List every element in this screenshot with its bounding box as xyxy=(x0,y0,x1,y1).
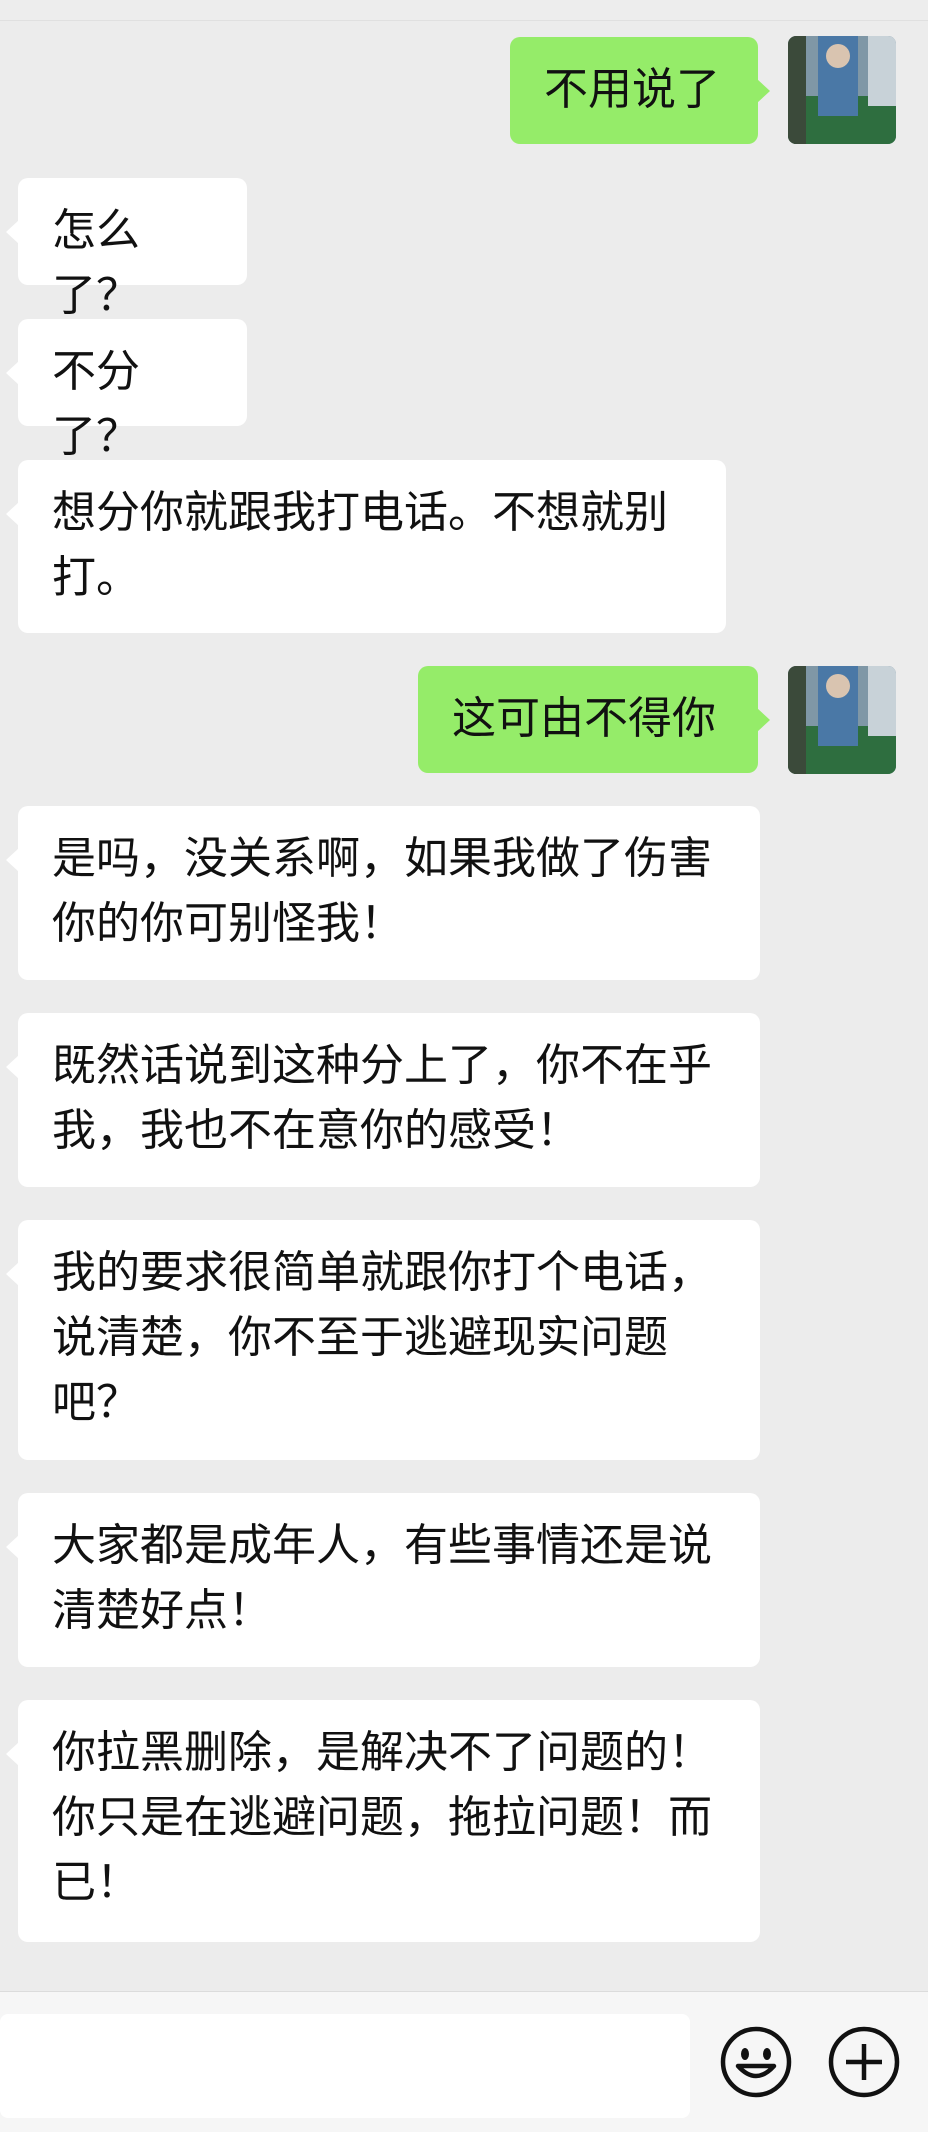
message-bubble-outgoing[interactable]: 不用说了 xyxy=(510,37,770,144)
message-bubble-outgoing[interactable]: 这可由不得你 xyxy=(418,666,770,773)
avatar-photo-icon xyxy=(788,666,896,774)
message-bubble-incoming[interactable]: 我的要求很简单就跟你打个电话， 说清楚，你不至于逃避现实问题 吧？ xyxy=(6,1220,760,1460)
message-bubble-incoming[interactable]: 是吗，没关系啊，如果我做了伤害 你的你可别怪我！ xyxy=(6,806,760,980)
top-divider xyxy=(0,0,928,21)
message-bubble-incoming[interactable]: 怎么了？ xyxy=(6,178,247,321)
message-input[interactable] xyxy=(0,2014,690,2118)
message-bubble-incoming[interactable]: 既然话说到这种分上了，你不在乎 我，我也不在意你的感受！ xyxy=(6,1013,760,1187)
message-bubble-incoming[interactable]: 你拉黑删除，是解决不了问题的！ 你只是在逃避问题，拖拉问题！而 已！ xyxy=(6,1700,760,1942)
emoji-icon[interactable] xyxy=(718,2024,794,2100)
message-bubble-incoming[interactable]: 不分了？ xyxy=(6,319,247,462)
chat-screen: 不用说了 怎么了？ 不分了？ 想分你就跟我打电话。不想就别 打。 这可由不得你 … xyxy=(0,0,928,2132)
avatar[interactable] xyxy=(788,36,896,144)
avatar[interactable] xyxy=(788,666,896,774)
input-bar xyxy=(0,1991,928,2132)
plus-circle-icon[interactable] xyxy=(826,2024,902,2100)
message-bubble-incoming[interactable]: 大家都是成年人，有些事情还是说 清楚好点！ xyxy=(6,1493,760,1667)
message-bubble-incoming[interactable]: 想分你就跟我打电话。不想就别 打。 xyxy=(6,460,726,633)
avatar-photo-icon xyxy=(788,36,896,144)
